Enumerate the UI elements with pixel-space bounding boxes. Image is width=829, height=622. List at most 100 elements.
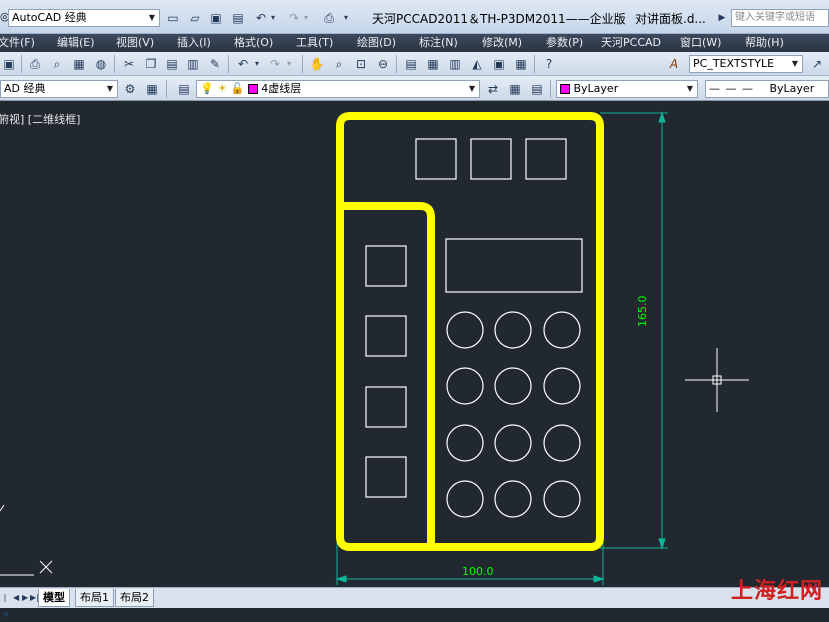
menu-window[interactable]: 窗口(W): [680, 35, 721, 51]
redo-icon[interactable]: ↷: [266, 55, 284, 73]
tab-model[interactable]: 模型: [38, 589, 70, 607]
keypad-button: [543, 480, 581, 518]
side-key-2: [365, 315, 407, 357]
paste-icon[interactable]: ▤: [163, 55, 181, 73]
undo-dropdown-icon[interactable]: ▾: [252, 55, 262, 73]
save-icon[interactable]: ▣: [207, 9, 225, 27]
separator: [21, 55, 22, 73]
keypad-button: [543, 367, 581, 405]
panel-components: [365, 138, 583, 518]
first-tab-icon[interactable]: |◀: [0, 589, 10, 618]
properties-icon[interactable]: ▤: [402, 55, 420, 73]
workspace-value-2: AD 经典: [4, 82, 46, 95]
keypad-button: [446, 424, 484, 462]
workspace-customize-icon[interactable]: ▦: [143, 80, 161, 98]
watermark: 上海红网: [730, 578, 823, 604]
undo-dropdown-icon[interactable]: ▾: [268, 9, 278, 27]
menu-edit[interactable]: 编辑(E): [57, 35, 95, 51]
tool-palettes-icon[interactable]: ▥: [446, 55, 464, 73]
workspace-select[interactable]: AutoCAD 经典 ▼: [8, 9, 160, 27]
tab-layout2[interactable]: 布局2: [115, 589, 154, 607]
dimension-height-text: 165.0: [636, 295, 649, 328]
color-select[interactable]: ByLayer ▼: [556, 80, 698, 98]
workspace-select-2[interactable]: AD 经典 ▼: [0, 80, 118, 98]
zoom-window-icon[interactable]: ⊡: [352, 55, 370, 73]
layers-toolbar: AD 经典 ▼ ⚙ ▦ ▤ 💡 ☀ 🔓 4虚线层 ▼ ⇄ ▦ ▤ ByLayer…: [0, 76, 829, 101]
separator: [550, 80, 551, 98]
design-center-icon[interactable]: ▦: [424, 55, 442, 73]
publish-icon[interactable]: ▦: [70, 55, 88, 73]
zoom-realtime-icon[interactable]: ⌕: [330, 55, 348, 73]
linetype-select[interactable]: — — — ByLayer: [705, 80, 829, 98]
chevron-down-icon: ▼: [468, 84, 476, 93]
paste-special-icon[interactable]: ▥: [184, 55, 202, 73]
menu-tools[interactable]: 工具(T): [296, 35, 333, 51]
3d-dwf-icon[interactable]: ◍: [92, 55, 110, 73]
menu-help[interactable]: 帮助(H): [745, 35, 784, 51]
keypad-button: [543, 311, 581, 349]
layer-previous-icon[interactable]: ▦: [506, 80, 524, 98]
keypad-button: [446, 480, 484, 518]
keypad-button: [446, 367, 484, 405]
save-icon[interactable]: ▣: [0, 55, 18, 73]
text-style-select[interactable]: PC_TEXTSTYLE ▼: [689, 55, 803, 73]
dimension-width-text: 100.0: [462, 565, 494, 578]
menu-file[interactable]: 文件(F): [0, 35, 35, 51]
redo-dropdown-icon[interactable]: ▾: [301, 9, 311, 27]
sheet-set-icon[interactable]: ◭: [468, 55, 486, 73]
drawing-canvas[interactable]: 俯视] [二维线框] 165.0 100.0: [0, 101, 829, 587]
menu-format[interactable]: 格式(O): [234, 35, 273, 51]
search-placeholder: 键入关键字或短语: [735, 12, 815, 23]
menu-insert[interactable]: 插入(I): [177, 35, 211, 51]
quick-access-dropdown-icon[interactable]: ▾: [339, 9, 353, 27]
top-key-3: [525, 138, 567, 180]
plot-icon[interactable]: ⎙: [320, 9, 338, 27]
help-icon[interactable]: ?: [540, 55, 558, 73]
menu-modify[interactable]: 修改(M): [482, 35, 522, 51]
ucs-icon: [0, 504, 53, 576]
standard-toolbar: ▣ ⎙ ⌕ ▦ ◍ ✂ ❐ ▤ ▥ ✎ ↶ ▾ ↷ ▾ ✋ ⌕ ⊡ ⊖ ▤ ▦ …: [0, 52, 829, 76]
menu-tianhe-pccad[interactable]: 天河PCCAD: [601, 35, 661, 51]
cut-icon[interactable]: ✂: [120, 55, 138, 73]
menu-view[interactable]: 视图(V): [116, 35, 154, 51]
lock-icon: 🔓: [230, 82, 245, 95]
plot-preview-icon[interactable]: ⌕: [48, 55, 66, 73]
search-input[interactable]: 键入关键字或短语: [731, 9, 829, 27]
app-icon[interactable]: ◎: [0, 10, 10, 24]
zoom-previous-icon[interactable]: ⊖: [374, 55, 392, 73]
redo-dropdown-icon[interactable]: ▾: [284, 55, 294, 73]
search-expand-icon[interactable]: ▶: [716, 9, 728, 27]
color-value: ByLayer: [573, 82, 619, 95]
workspace-settings-icon[interactable]: ⚙: [121, 80, 139, 98]
save-as-icon[interactable]: ▤: [229, 9, 247, 27]
menu-parametric[interactable]: 参数(P): [546, 35, 583, 51]
drawing-svg: [0, 111, 749, 585]
chevron-down-icon: ▼: [148, 13, 156, 22]
chevron-down-icon: ▼: [106, 84, 114, 93]
pan-icon[interactable]: ✋: [308, 55, 326, 73]
dimension-style-icon[interactable]: ↗: [808, 55, 826, 73]
undo-icon[interactable]: ↶: [234, 55, 252, 73]
new-file-icon[interactable]: ▭: [164, 9, 182, 27]
layer-manager-icon[interactable]: ▤: [175, 80, 193, 98]
prev-tab-icon[interactable]: ◀: [12, 589, 20, 605]
sun-icon: ☀: [217, 82, 228, 95]
make-layer-current-icon[interactable]: ⇄: [484, 80, 502, 98]
next-tab-icon[interactable]: ▶: [21, 589, 29, 605]
layer-state-icon[interactable]: ▤: [528, 80, 546, 98]
menu-draw[interactable]: 绘图(D): [357, 35, 396, 51]
text-style-icon[interactable]: A: [665, 55, 683, 73]
menu-dimension[interactable]: 标注(N): [419, 35, 458, 51]
layer-color-swatch: [247, 84, 258, 94]
layer-select[interactable]: 💡 ☀ 🔓 4虚线层 ▼: [196, 80, 480, 98]
match-properties-icon[interactable]: ✎: [206, 55, 224, 73]
title-bar: ◎ AutoCAD 经典 ▼ ▭ ▱ ▣ ▤ ↶ ▾ ↷ ▾ ⎙ ▾ 天河PCC…: [0, 0, 829, 34]
markup-icon[interactable]: ▣: [490, 55, 508, 73]
open-file-icon[interactable]: ▱: [186, 9, 204, 27]
linetype-value: ByLayer: [769, 82, 815, 95]
quickcalc-icon[interactable]: ▦: [512, 55, 530, 73]
copy-icon[interactable]: ❐: [142, 55, 160, 73]
file-name: 对讲面板.d...: [635, 12, 706, 26]
tab-layout1[interactable]: 布局1: [75, 589, 114, 607]
plot-icon[interactable]: ⎙: [26, 55, 44, 73]
